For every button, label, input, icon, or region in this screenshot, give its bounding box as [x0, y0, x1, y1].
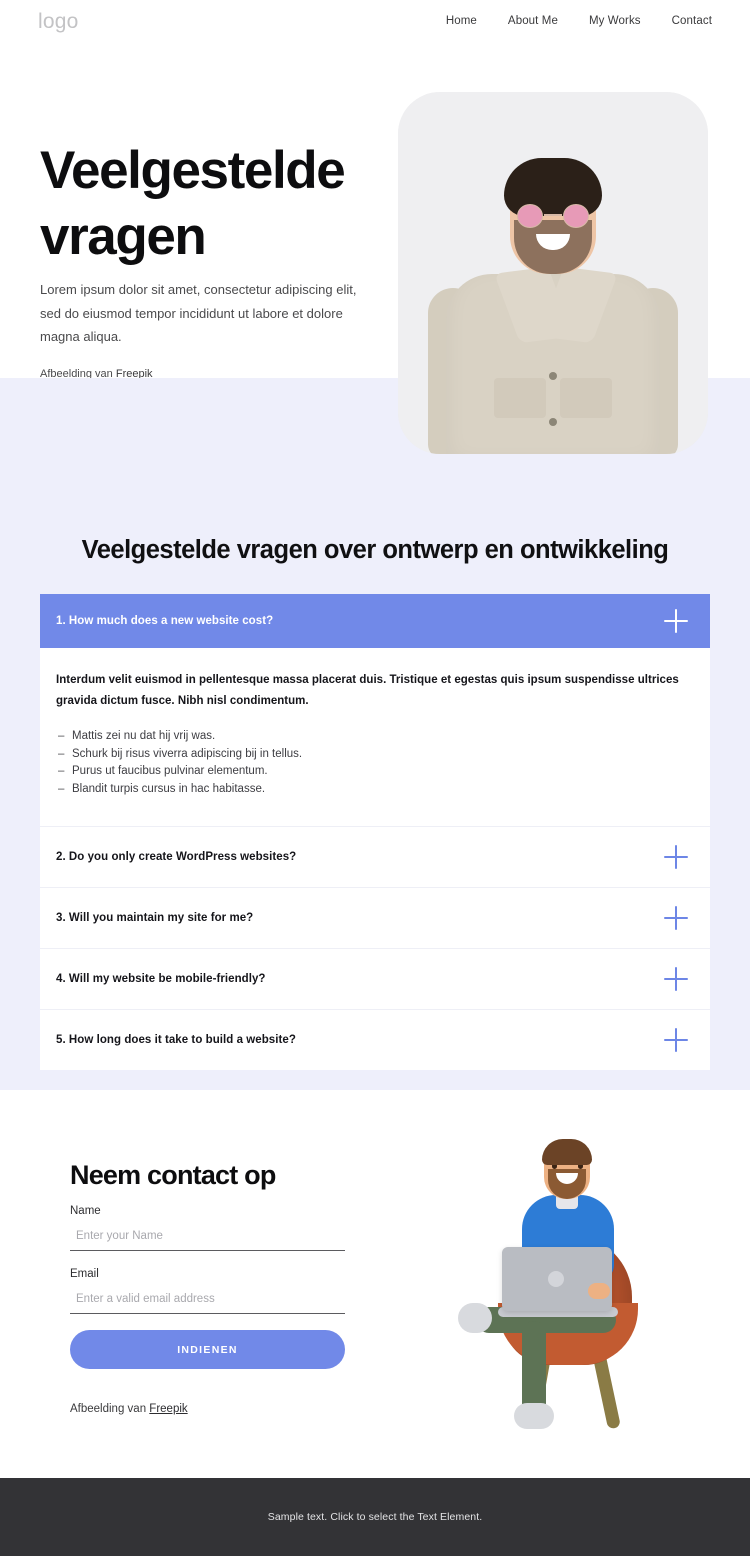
accordion-header-3[interactable]: 3. Will you maintain my site for me?: [40, 888, 710, 948]
accordion-question-3: 3. Will you maintain my site for me?: [56, 912, 254, 924]
page-title: Veelgestelde vragen: [40, 141, 346, 266]
hero-photo-lens-right: [563, 204, 589, 228]
contact-credit-link[interactable]: Freepik: [149, 1403, 187, 1415]
accordion-item-5: 5. How long does it take to build a webs…: [40, 1009, 710, 1070]
accordion-item-4: 4. Will my website be mobile-friendly?: [40, 948, 710, 1009]
email-input[interactable]: [70, 1288, 345, 1314]
nav-item-my-works[interactable]: My Works: [589, 15, 641, 27]
site-logo[interactable]: logo: [38, 9, 79, 35]
nav-item-about-me[interactable]: About Me: [508, 15, 558, 27]
contact-title: Neem contact op: [70, 1160, 276, 1190]
plus-icon[interactable]: [664, 845, 688, 869]
contact-image-credit: Afbeelding van Freepik: [70, 1403, 188, 1415]
nav-item-contact[interactable]: Contact: [672, 15, 712, 27]
accordion-item-3: 3. Will you maintain my site for me?: [40, 887, 710, 948]
nav-item-home[interactable]: Home: [446, 15, 477, 27]
character-hair: [542, 1139, 592, 1165]
accordion-header-2[interactable]: 2. Do you only create WordPress websites…: [40, 827, 710, 887]
site-header: logo Home About Me My Works Contact: [0, 0, 750, 46]
contact-illustration: [440, 1125, 670, 1430]
plus-icon[interactable]: [664, 609, 688, 633]
hero-photo-lens-left: [517, 204, 543, 228]
faq-heading: Veelgestelde vragen over ontwerp en ontw…: [81, 536, 669, 564]
list-item: Purus ut faucibus pulvinar elementum.: [56, 763, 686, 781]
contact-section: Neem contact op Name Email INDIENEN Afbe…: [0, 1090, 750, 1478]
accordion-header-4[interactable]: 4. Will my website be mobile-friendly?: [40, 949, 710, 1009]
accordion-item-2: 2. Do you only create WordPress websites…: [40, 826, 710, 887]
faq-section: Veelgestelde vragen over ontwerp en ontw…: [0, 378, 750, 1090]
plus-icon[interactable]: [664, 967, 688, 991]
email-field-label: Email: [70, 1268, 99, 1280]
main-nav: Home About Me My Works Contact: [446, 15, 712, 27]
list-item: Mattis zei nu dat hij vrij was.: [56, 728, 686, 746]
contact-credit-prefix: Afbeelding van: [70, 1403, 150, 1415]
hero-photo-pocket-right: [560, 378, 612, 418]
sunglasses-icon: [513, 204, 593, 228]
page-root: logo Home About Me My Works Contact Veel…: [0, 0, 750, 1556]
name-field-label: Name: [70, 1205, 101, 1217]
accordion-item-1: 1. How much does a new website cost? Int…: [40, 594, 710, 826]
list-item: Blandit turpis cursus in hac habitasse.: [56, 781, 686, 799]
footer-sample-text[interactable]: Sample text. Click to select the Text El…: [268, 1511, 483, 1523]
accordion-lead-text: Interdum velit euismod in pellentesque m…: [56, 674, 679, 707]
hero-subtitle: Lorem ipsum dolor sit amet, consectetur …: [40, 282, 357, 344]
site-footer: Sample text. Click to select the Text El…: [0, 1478, 750, 1556]
hero-photo-button-1: [549, 372, 557, 380]
accordion-question-5: 5. How long does it take to build a webs…: [56, 1034, 296, 1046]
accordion-question-4: 4. Will my website be mobile-friendly?: [56, 973, 266, 985]
accordion-question-1: 1. How much does a new website cost?: [56, 615, 274, 627]
faq-accordion: 1. How much does a new website cost? Int…: [40, 594, 710, 1070]
hero-photo-button-2: [549, 418, 557, 426]
plus-icon[interactable]: [664, 1028, 688, 1052]
character-shoe-front: [458, 1303, 492, 1333]
accordion-question-2: 2. Do you only create WordPress websites…: [56, 851, 297, 863]
hero-photo-pocket-left: [494, 378, 546, 418]
plus-icon[interactable]: [664, 906, 688, 930]
hero-photo-glasses-bridge: [544, 214, 562, 216]
laptop-logo-icon: [548, 1271, 564, 1287]
list-item: Schurk bij risus viverra adipiscing bij …: [56, 746, 686, 764]
accordion-bullet-list: Mattis zei nu dat hij vrij was. Schurk b…: [56, 728, 686, 798]
submit-button[interactable]: INDIENEN: [70, 1330, 345, 1369]
character-shoe-bottom: [514, 1403, 554, 1429]
accordion-header-5[interactable]: 5. How long does it take to build a webs…: [40, 1010, 710, 1070]
name-input[interactable]: [70, 1225, 345, 1251]
character-hand: [588, 1283, 610, 1299]
accordion-panel-1: Interdum velit euismod in pellentesque m…: [40, 648, 710, 826]
accordion-header-1[interactable]: 1. How much does a new website cost?: [40, 594, 710, 648]
hero-photo: [398, 92, 708, 454]
